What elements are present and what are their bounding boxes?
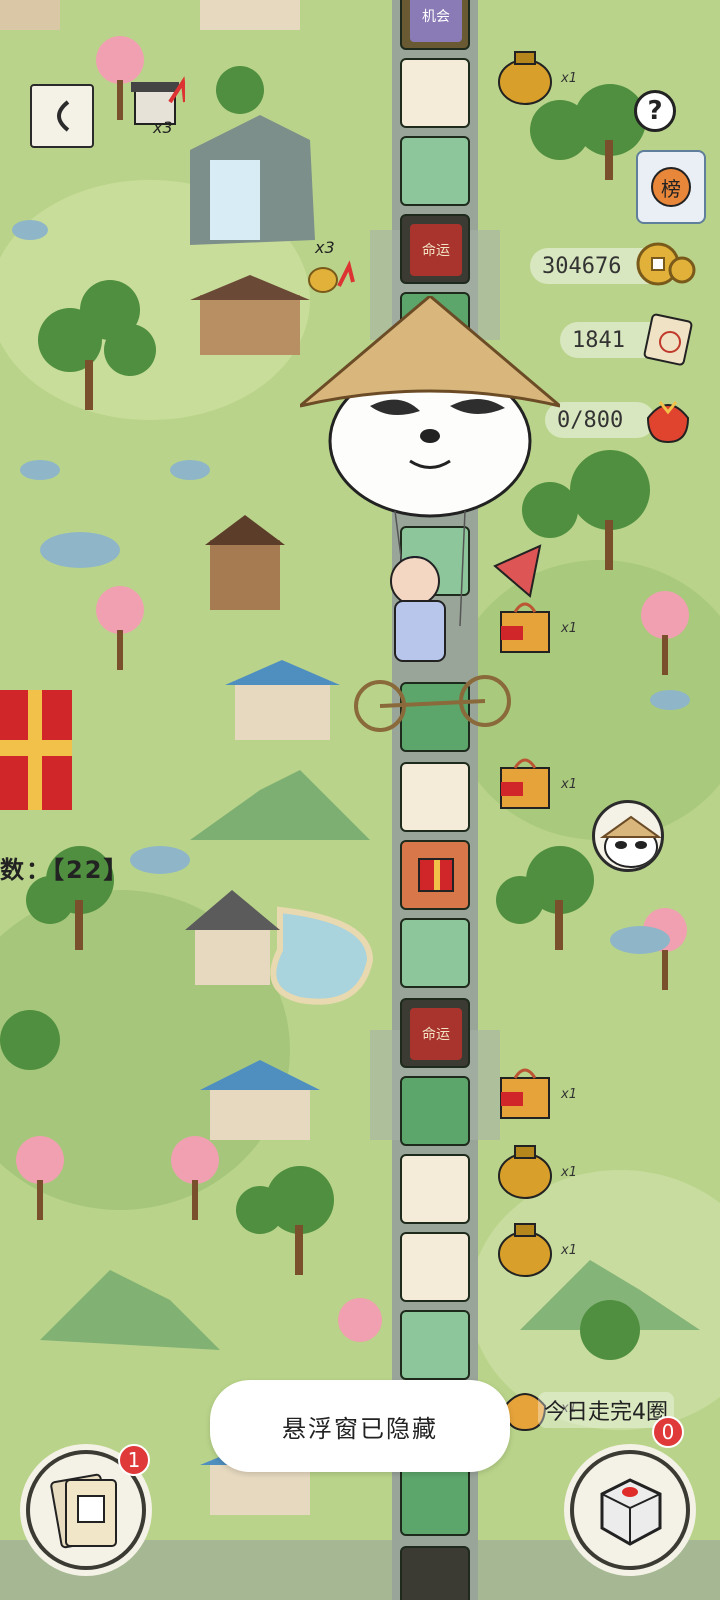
- tile-label: 机会: [410, 0, 462, 42]
- progress-value: 0/800: [557, 407, 624, 433]
- reward-qty: x1: [561, 1087, 577, 1102]
- dice-icon: [600, 1478, 662, 1546]
- tile-gift: [400, 840, 470, 910]
- panda-balloon-icon: [299, 294, 561, 732]
- lucky-bag-icon: [638, 388, 698, 448]
- reward-qty: x1: [561, 621, 577, 636]
- tile-fate: 命运: [400, 214, 470, 284]
- reward-gift-box: x1: [495, 752, 577, 812]
- steps-remaining-label: 数：【22】: [0, 856, 130, 884]
- tile-chance: 机会: [400, 0, 470, 50]
- player-character: [299, 294, 561, 736]
- tile-scroll: x60: [400, 1310, 470, 1380]
- tile-blank: [400, 58, 470, 128]
- back-arrow-icon: [57, 100, 70, 132]
- wine-jar-icon: [498, 51, 552, 105]
- reward-qty: x1: [561, 777, 577, 792]
- rank-icon: 榜: [651, 167, 691, 207]
- gate-multiplier-label: x3: [153, 118, 173, 137]
- ticket-scroll-icon: [640, 310, 700, 370]
- help-button[interactable]: ?: [634, 90, 676, 132]
- gift-box-icon: [500, 1068, 550, 1119]
- tile-building: [400, 1076, 470, 1146]
- gift-icon: [418, 858, 454, 892]
- tile-label: 命运: [410, 224, 462, 276]
- floating-window-hidden-toast: 悬浮窗已隐藏: [210, 1380, 510, 1472]
- coin-icon: [636, 240, 696, 290]
- reward-jar: x1: [495, 1140, 577, 1200]
- coin-multiplier: x3: [305, 238, 365, 298]
- coin-stack-icon: [308, 260, 355, 293]
- tile-blank: [400, 1232, 470, 1302]
- rank-button[interactable]: 榜: [636, 150, 706, 224]
- dice-badge: 0: [652, 1416, 684, 1448]
- reward-qty: x1: [561, 1165, 577, 1180]
- reward-qty: x1: [561, 71, 577, 86]
- tile-blank: [400, 762, 470, 832]
- tile-blank: [400, 1154, 470, 1224]
- tile-scroll: x20: [400, 136, 470, 206]
- gift-box-icon: [500, 758, 550, 809]
- gate-multiplier: x3: [125, 72, 195, 142]
- reward-qty: x1: [561, 1243, 577, 1258]
- tile-building: [400, 1466, 470, 1536]
- back-button[interactable]: [30, 84, 94, 148]
- character-avatar-button[interactable]: [592, 800, 664, 872]
- tile-scroll: x60: [400, 918, 470, 988]
- tile-fate: [400, 1546, 470, 1600]
- reward-jar: x1: [495, 1218, 577, 1278]
- wine-jar-icon: [498, 1145, 552, 1199]
- coins-value: 304676: [542, 253, 622, 279]
- cards-badge: 1: [118, 1444, 150, 1476]
- tile-fate: 命运: [400, 998, 470, 1068]
- reward-gift-box: x1: [495, 1062, 577, 1122]
- coin-multiplier-label: x3: [315, 238, 335, 257]
- tickets-value: 1841: [572, 327, 625, 353]
- wine-jar-icon: [498, 1223, 552, 1277]
- tile-label: 命运: [410, 1008, 462, 1060]
- reward-jar: x1: [495, 46, 577, 106]
- dice-button[interactable]: [570, 1450, 690, 1570]
- toast-text: 悬浮窗已隐藏: [282, 1414, 438, 1443]
